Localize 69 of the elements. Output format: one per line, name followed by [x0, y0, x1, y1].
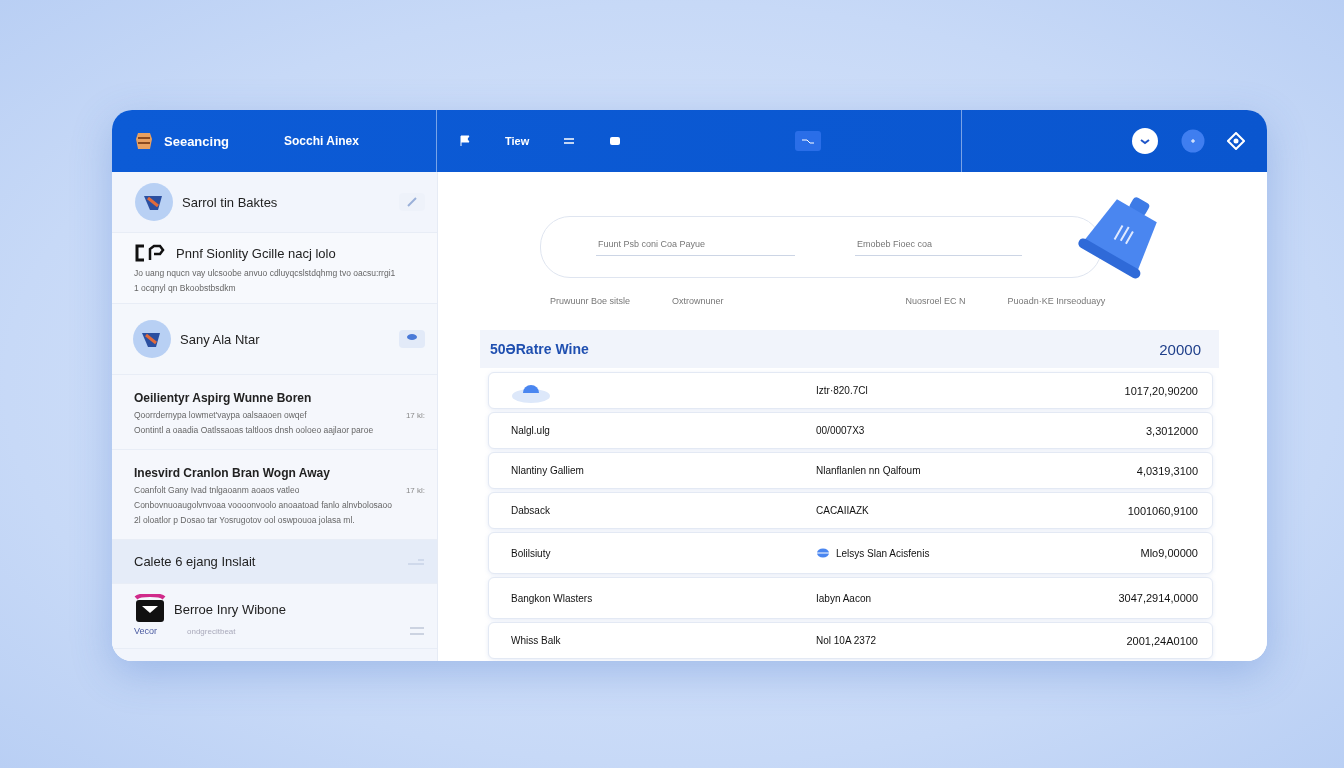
table-cell: Nol 10A 2372 [816, 635, 877, 646]
item-title: Berroe Inry Wibone [174, 601, 286, 617]
table-cell: 3,3012000 [1146, 424, 1198, 437]
sidebar-item[interactable]: Calete 6 ejang Inslait [112, 540, 437, 584]
item-title: Calete 6 ejang Inslait [134, 554, 256, 569]
item-preview: Conbovnuoaugolvnvoaa voooonvoolo anoaatoad fanlo alnvbolosaoo [134, 500, 393, 510]
table-row[interactable]: Nalgl.ulg 00/0007X3 3,3012000 [488, 412, 1213, 449]
table-row[interactable]: Nlantiny Galliem Nlanflanlen nn Qalfoum 4,0319,3100 [488, 452, 1213, 489]
inbox-icon [134, 594, 166, 624]
table-row[interactable]: Iztr·820.7Cl 1017,20,90200 [488, 372, 1213, 409]
table-row[interactable]: Bangkon Wlasters Iabyn Aacon 3047,2914,0000 [488, 577, 1213, 619]
table-cell: Mlo9,00000 [1140, 547, 1198, 559]
table-row[interactable]: Dabsack CACAIIAZK 1001060,9100 [488, 492, 1213, 529]
caption-text: Oxtrownuner [672, 296, 724, 306]
table-cell: 00/0007X3 [816, 425, 865, 436]
item-preview: Jo uang nqucn vay ulcsoobe anvuo cdluyqcslstdqhmg tvo oacsu:rrgi1 [134, 268, 396, 278]
summary-title: 50ƏRatre Wine [490, 341, 589, 357]
item-preview: Coanfolt Gany Ivad tnlgaoanm aoaos vatleo [134, 485, 300, 495]
flag-icon[interactable] [459, 135, 471, 147]
brand-name: Seeancing [164, 133, 230, 149]
sidebar-item[interactable]: Pnnf Sionlity Gcille nacj lolo Jo uang nqucn vay ulcsoobe anvuo cdluyqcslstdqhmg tvo oacsu:rrgi1 1 ocqnyl qn Bkoobstbsdkm [112, 233, 437, 304]
item-title: Sarrol tin Baktes [182, 194, 278, 210]
nav-link[interactable]: Tiew [505, 135, 530, 147]
table-cell: 3047,2914,0000 [1118, 592, 1198, 604]
item-subtitle: ondgrecitbeat [187, 626, 236, 636]
input-field[interactable]: Fuunt Psb coni Coa Payue [596, 238, 796, 256]
caption-text: Nuosroel EC N [905, 296, 966, 306]
search-link[interactable]: Socchi Ainex [284, 134, 436, 148]
table-cell: Nalgl.ulg [511, 425, 550, 436]
card-icon[interactable] [609, 136, 622, 146]
chart-icon[interactable] [795, 131, 822, 151]
item-title: Inesvird Cranlon Bran Wogn Away [134, 466, 330, 480]
table-cell: Iztr·820.7Cl [816, 385, 868, 396]
table-cell: Lelsys Slan Acisfenis [836, 547, 930, 559]
item-preview: 1 ocqnyl qn Bkoobstbsdkm [134, 283, 236, 293]
bowl-icon [816, 548, 830, 558]
avatar-icon [134, 182, 174, 222]
avatar-icon [132, 319, 172, 359]
table-row[interactable]: Bolilsiuty Lelsys Slan Acisfenis Mlo9,00000 [488, 532, 1213, 574]
table-cell: Nlanflanlen nn Qalfoum [816, 465, 921, 476]
item-time: 17 kl: [405, 486, 425, 495]
caption-text: Puoadn·KE Inrseoduayy [1007, 296, 1106, 306]
item-time: 17 kl: [405, 411, 425, 420]
table-row[interactable]: Whiss Balk Nol 10A 2372 2001,24A0100 [488, 622, 1213, 659]
table-cell: Nlantiny Galliem [511, 465, 584, 476]
table-cell: Iabyn Aacon [816, 592, 872, 604]
table-cell: CACAIIAZK [816, 505, 869, 516]
table-cell: Whiss Balk [511, 635, 561, 646]
item-title: Pnnf Sionlity Gcille nacj lolo [176, 245, 336, 261]
eye-icon[interactable] [399, 330, 425, 348]
table-cell: Bangkon Wlasters [511, 592, 593, 604]
table-cell: 2001,24A0100 [1126, 634, 1198, 647]
item-preview: 2l oloatlor p Dosao tar Yosrugotov ool oswpouoa jolasa ml. [134, 515, 355, 525]
table-cell: Bolilsiuty [511, 547, 551, 559]
table-cell: Dabsack [511, 505, 550, 516]
item-title: Sany Ala Ntar [180, 331, 260, 347]
item-preview: Qoorrdernypa lowmet'vaypa oalsaaoen owqef [134, 410, 307, 420]
item-title: Oeilientyr Aspirg Wunne Boren [134, 391, 312, 405]
item-preview: Oontintl a oaadia Oatlssaoas taltloos dnsh ooloeo aajlaor paroe [134, 425, 374, 435]
table-cell: 1017,20,90200 [1124, 384, 1198, 397]
summary-total: 20000 [1159, 340, 1201, 358]
item-tag: Vecor [134, 626, 157, 636]
input-field[interactable]: Emobeb Fioec coa [855, 238, 1023, 256]
plus-button-icon[interactable] [1181, 129, 1205, 153]
list-icon[interactable] [563, 136, 576, 146]
table-cell: 1001060,9100 [1127, 504, 1198, 517]
table-cell: 4,0319,3100 [1136, 464, 1198, 477]
caption-text: Pruwuunr Boe sitsle [550, 296, 631, 306]
chevron-button-icon[interactable] [1131, 127, 1159, 155]
